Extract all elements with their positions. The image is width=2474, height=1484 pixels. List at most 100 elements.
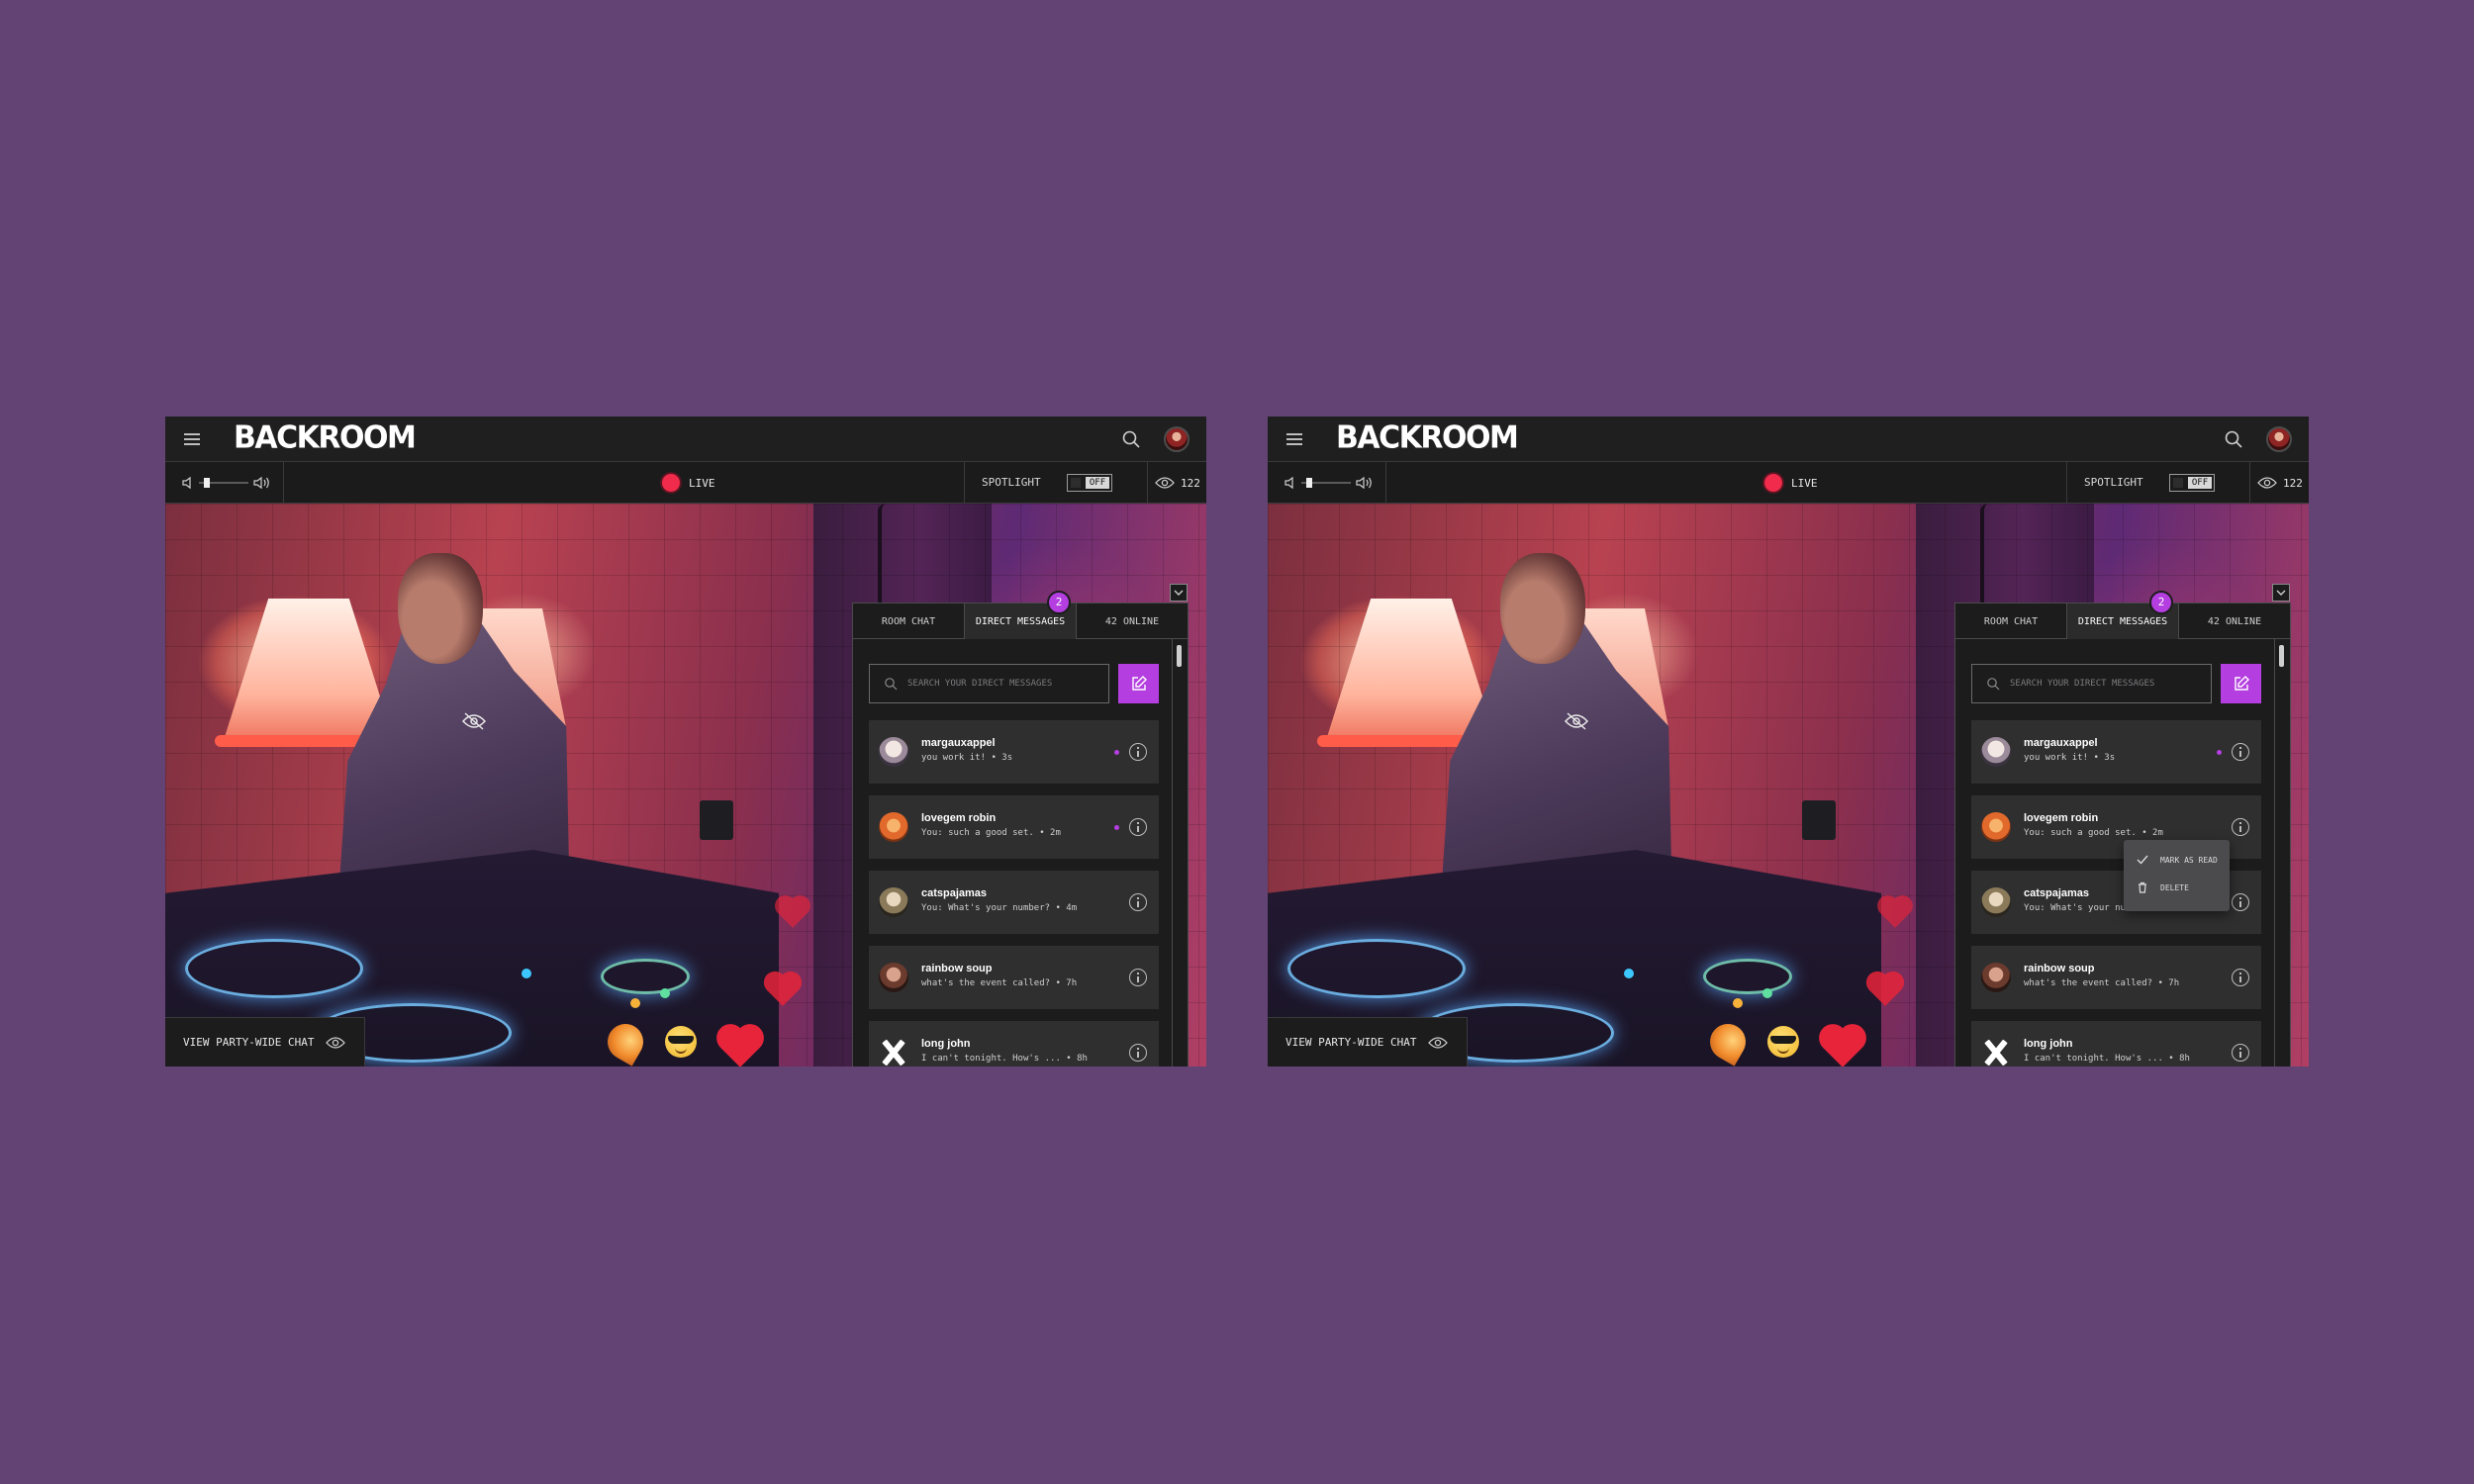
dm-item[interactable]: catspajamas You: What's your number? • 4…: [869, 871, 1159, 934]
app-logo: BACKROOM: [234, 419, 417, 456]
video-outlet: [700, 800, 733, 840]
dm-name: lovegem robin: [2024, 812, 2099, 824]
dm-search-input[interactable]: [907, 679, 1095, 689]
spotlight-state: OFF: [1086, 477, 1109, 489]
reaction-bar: [1703, 1017, 1908, 1067]
collapse-chat-button[interactable]: [1170, 584, 1188, 602]
dm-item[interactable]: lovegem robin You: such a good set. • 2m: [869, 795, 1159, 859]
volume-slider-handle[interactable]: [203, 478, 210, 488]
delete-menu-item[interactable]: DELETE: [2124, 874, 2230, 901]
dm-search-input[interactable]: [2010, 679, 2198, 689]
info-icon[interactable]: [2232, 1044, 2249, 1062]
header: BACKROOM: [165, 417, 1206, 462]
chat-scrollbar[interactable]: [1172, 639, 1189, 1067]
spotlight-toggle[interactable]: OFF: [2169, 474, 2215, 492]
mark-as-read-menu-item[interactable]: MARK AS READ: [2124, 846, 2230, 874]
dm-item[interactable]: rainbow soup what's the event called? • …: [1971, 946, 2261, 1009]
hamburger-menu-icon[interactable]: [184, 433, 200, 445]
spotlight-label: SPOTLIGHT: [2084, 476, 2143, 489]
dm-item[interactable]: long john I can't tonight. How's ... • 8…: [869, 1021, 1159, 1067]
volume-down-icon[interactable]: [181, 476, 195, 490]
sunglasses-face-reaction-icon[interactable]: [665, 1026, 697, 1058]
tab-room-chat[interactable]: ROOM CHAT: [853, 603, 965, 639]
user-avatar[interactable]: [1164, 426, 1189, 452]
taco-reaction-icon[interactable]: [601, 1017, 650, 1067]
live-dot-icon: [1764, 474, 1782, 492]
dm-item[interactable]: margauxappel you work it! • 3s: [1971, 720, 2261, 784]
info-icon[interactable]: [2232, 818, 2249, 836]
volume-down-icon[interactable]: [1284, 476, 1297, 490]
dm-preview: I can't tonight. How's ... • 8h: [2024, 1054, 2190, 1064]
dm-item[interactable]: rainbow soup what's the event called? • …: [869, 946, 1159, 1009]
scrollbar-thumb[interactable]: [1177, 645, 1182, 667]
chevron-down-icon: [1174, 590, 1184, 596]
video-turntable: [185, 939, 363, 998]
compose-icon: [1131, 676, 1147, 691]
dm-item[interactable]: long john I can't tonight. How's ... • 8…: [1971, 1021, 2261, 1067]
chat-scrollbar[interactable]: [2274, 639, 2291, 1067]
search-icon[interactable]: [2224, 429, 2243, 449]
tab-online[interactable]: 42 ONLINE: [2179, 603, 2290, 639]
eye-off-icon[interactable]: [1564, 711, 1589, 731]
compose-icon: [2234, 676, 2249, 691]
taco-reaction-icon[interactable]: [1703, 1017, 1753, 1067]
dm-item[interactable]: margauxappel you work it! • 3s: [869, 720, 1159, 784]
volume-slider-handle[interactable]: [1305, 478, 1312, 488]
sunglasses-face-reaction-icon[interactable]: [1767, 1026, 1799, 1058]
live-video[interactable]: VIEW PARTY-WIDE CHAT ROOM CHAT DIRECT ME…: [165, 504, 1206, 1067]
user-avatar[interactable]: [2266, 426, 2292, 452]
dm-search-box: [869, 664, 1109, 703]
party-chat-button[interactable]: VIEW PARTY-WIDE CHAT: [165, 1017, 365, 1067]
hamburger-menu-icon[interactable]: [1286, 433, 1302, 445]
heart-reaction-icon[interactable]: [720, 1028, 760, 1067]
chat-tabs: ROOM CHAT DIRECT MESSAGES 42 ONLINE: [853, 603, 1188, 639]
tab-label: ROOM CHAT: [881, 615, 936, 627]
live-video[interactable]: VIEW PARTY-WIDE CHAT ROOM CHAT DIRECT ME…: [1268, 504, 2309, 1067]
app-window-context-menu: BACKROOM LIVE SPOTLIGHT OFF 122 VIEW PAR…: [1268, 417, 2309, 1067]
dm-context-menu: MARK AS READ DELETE: [2124, 840, 2230, 911]
dm-avatar: [1981, 887, 2011, 917]
tab-label: 42 ONLINE: [1104, 615, 1160, 627]
dm-name: long john: [2024, 1038, 2073, 1050]
info-icon[interactable]: [1129, 1044, 1147, 1062]
scrollbar-thumb[interactable]: [2279, 645, 2284, 667]
compose-message-button[interactable]: [1118, 664, 1159, 703]
viewer-count-value: 122: [1181, 476, 1200, 490]
info-icon[interactable]: [1129, 818, 1147, 836]
info-icon[interactable]: [2232, 969, 2249, 986]
tab-label: ROOM CHAT: [1983, 615, 2039, 627]
info-icon[interactable]: [1129, 893, 1147, 911]
dm-name: rainbow soup: [2024, 963, 2095, 974]
info-icon[interactable]: [2232, 893, 2249, 911]
live-dot-icon: [662, 474, 680, 492]
spotlight-toggle[interactable]: OFF: [1067, 474, 1112, 492]
tab-room-chat[interactable]: ROOM CHAT: [1955, 603, 2067, 639]
checkmark-icon: [2137, 855, 2148, 865]
spotlight-state: OFF: [2188, 477, 2212, 489]
dm-avatar: [879, 887, 908, 917]
heart-reaction-icon[interactable]: [1823, 1028, 1862, 1067]
video-turntable: [1287, 939, 1466, 998]
dm-name: catspajamas: [921, 887, 988, 899]
info-icon[interactable]: [1129, 743, 1147, 761]
volume-up-icon[interactable]: [252, 475, 270, 491]
tab-online[interactable]: 42 ONLINE: [1077, 603, 1188, 639]
party-chat-label: VIEW PARTY-WIDE CHAT: [183, 1036, 315, 1049]
volume-up-icon[interactable]: [1355, 475, 1373, 491]
dm-preview: You: such a good set. • 2m: [2024, 828, 2163, 838]
dm-avatar: [882, 1039, 905, 1067]
collapse-chat-button[interactable]: [2272, 584, 2290, 602]
tab-label: DIRECT MESSAGES: [2077, 615, 2168, 627]
info-icon[interactable]: [1129, 969, 1147, 986]
dm-name: lovegem robin: [921, 812, 997, 824]
info-icon[interactable]: [2232, 743, 2249, 761]
party-chat-button[interactable]: VIEW PARTY-WIDE CHAT: [1268, 1017, 1468, 1067]
search-icon[interactable]: [1121, 429, 1141, 449]
dm-preview: You: such a good set. • 2m: [921, 828, 1061, 838]
dm-search-row: [869, 664, 1159, 703]
eye-off-icon[interactable]: [461, 711, 487, 731]
compose-message-button[interactable]: [2221, 664, 2261, 703]
dm-preview: I can't tonight. How's ... • 8h: [921, 1054, 1088, 1064]
menu-item-label: MARK AS READ: [2160, 855, 2218, 865]
dm-avatar: [1981, 963, 2011, 992]
